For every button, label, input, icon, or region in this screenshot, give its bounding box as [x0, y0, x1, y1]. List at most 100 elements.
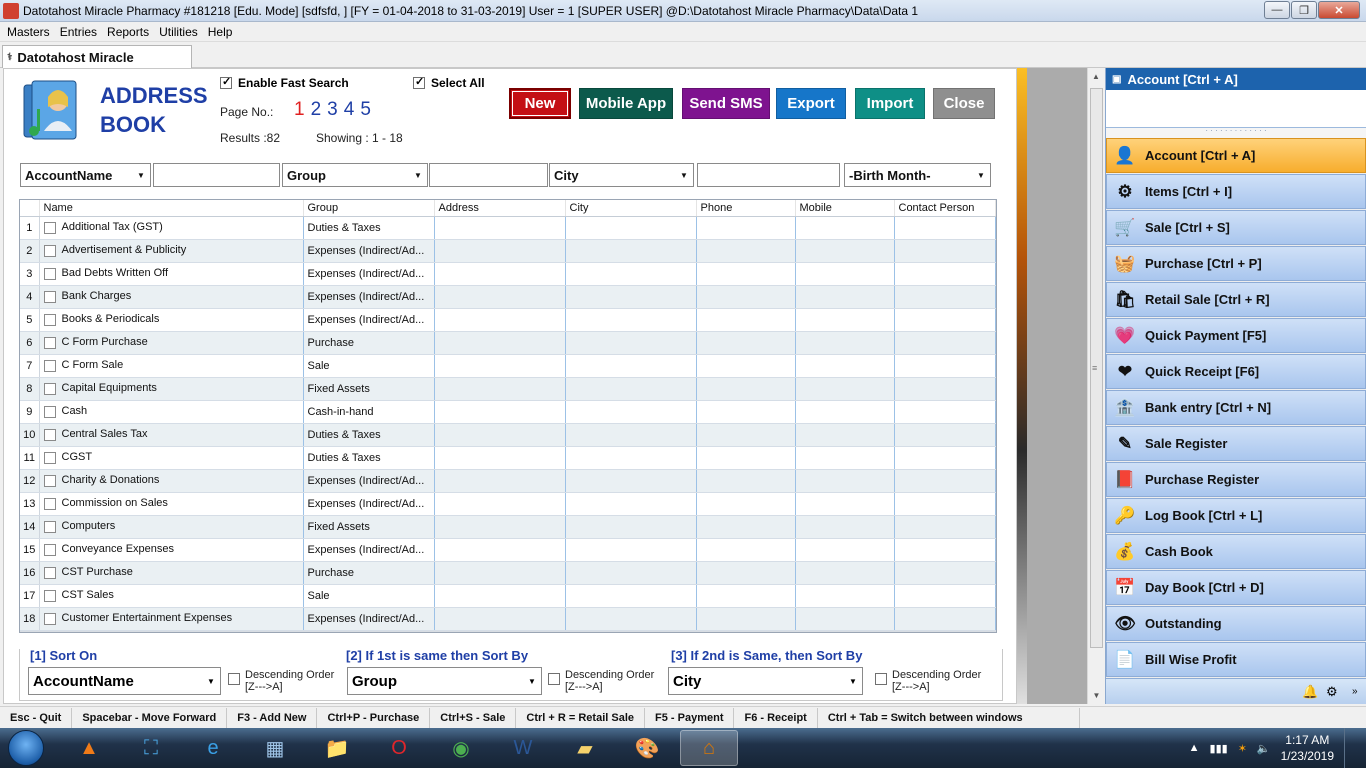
cell-city[interactable]	[565, 492, 697, 516]
cell-contact-person[interactable]	[894, 469, 996, 493]
cell-city[interactable]	[565, 331, 697, 355]
cell-name[interactable]: Bad Debts Written Off	[39, 262, 304, 286]
cell-contact-person[interactable]	[894, 216, 996, 240]
cell-contact-person[interactable]	[894, 331, 996, 355]
sort-1-descending-check[interactable]	[228, 673, 240, 685]
cell-name[interactable]: Commission on Sales	[39, 492, 304, 516]
table-row[interactable]: 10 Central Sales Tax Duties & Taxes	[20, 423, 996, 447]
cell-city[interactable]	[565, 308, 697, 332]
table-row[interactable]: 8 Capital Equipments Fixed Assets	[20, 377, 996, 401]
birth-month-select[interactable]: -Birth Month- ▼	[844, 163, 991, 187]
cell-mobile[interactable]	[795, 492, 895, 516]
filter-value-1-input[interactable]	[153, 163, 280, 187]
shortcut-item[interactable]: ⚙ Items [Ctrl + I]	[1106, 174, 1366, 209]
cell-mobile[interactable]	[795, 331, 895, 355]
sort-1-descending-checkbox[interactable]: Descending Order [Z--->A]	[228, 669, 334, 693]
cell-name[interactable]: Charity & Donations	[39, 469, 304, 493]
shortcut-item[interactable]: 📕 Purchase Register	[1106, 462, 1366, 497]
cell-mobile[interactable]	[795, 515, 895, 539]
cell-address[interactable]	[434, 538, 566, 562]
table-row[interactable]: 5 Books & Periodicals Expenses (Indirect/A…	[20, 308, 996, 332]
cell-group[interactable]: Expenses (Indirect/Ad...	[303, 308, 435, 332]
sort-2-select[interactable]: Group ▼	[347, 667, 542, 695]
shortcut-item[interactable]: 🏦 Bank entry [Ctrl + N]	[1106, 390, 1366, 425]
cell-name[interactable]: CGST	[39, 446, 304, 470]
menu-help[interactable]: Help	[203, 25, 238, 39]
volume-icon[interactable]: 🔈	[1257, 742, 1271, 755]
table-row[interactable]: 9 Cash Cash-in-hand	[20, 400, 996, 424]
table-row[interactable]: 2 Advertisement & Publicity Expenses (Indi…	[20, 239, 996, 263]
minimize-button[interactable]: —	[1264, 1, 1290, 19]
cell-group[interactable]: Sale	[303, 584, 435, 608]
cell-address[interactable]	[434, 584, 566, 608]
overflow-chevron-icon[interactable]: »	[1352, 686, 1358, 697]
sort-3-descending-check[interactable]	[875, 673, 887, 685]
row-checkbox[interactable]	[43, 244, 56, 257]
cell-name[interactable]: Advertisement & Publicity	[39, 239, 304, 263]
cell-city[interactable]	[565, 538, 697, 562]
taskbar-screen-capture-icon[interactable]: ⛶	[122, 730, 180, 766]
panel-splitter[interactable]: · · · · · · · · · · · · ·	[1106, 127, 1366, 138]
taskbar-opera-icon[interactable]: O	[370, 730, 428, 766]
shortcut-item[interactable]: 🧺 Purchase [Ctrl + P]	[1106, 246, 1366, 281]
close-window-button[interactable]: ✕	[1318, 1, 1360, 19]
sort-2-descending-checkbox[interactable]: Descending Order [Z--->A]	[548, 669, 654, 693]
cell-name[interactable]: CST Sales	[39, 584, 304, 608]
row-checkbox[interactable]	[43, 313, 56, 326]
table-row[interactable]: 4 Bank Charges Expenses (Indirect/Ad...	[20, 285, 996, 309]
cell-mobile[interactable]	[795, 584, 895, 608]
row-checkbox[interactable]	[43, 382, 56, 395]
row-checkbox[interactable]	[43, 520, 56, 533]
cell-address[interactable]	[434, 354, 566, 378]
table-row[interactable]: 15 Conveyance Expenses Expenses (Indirect/…	[20, 538, 996, 562]
cell-address[interactable]	[434, 285, 566, 309]
filter-field-1-select[interactable]: AccountName ▼	[20, 163, 151, 187]
sort-1-select[interactable]: AccountName ▼	[28, 667, 221, 695]
cell-mobile[interactable]	[795, 354, 895, 378]
shortcut-item[interactable]: 👁 Outstanding	[1106, 606, 1366, 641]
row-checkbox[interactable]	[43, 290, 56, 303]
send-sms-button[interactable]: Send SMS	[682, 88, 770, 119]
table-row[interactable]: 13 Commission on Sales Expenses (Indirect/…	[20, 492, 996, 516]
sort-2-descending-check[interactable]	[548, 673, 560, 685]
cell-group[interactable]: Cash-in-hand	[303, 400, 435, 424]
cell-phone[interactable]	[696, 216, 796, 240]
table-row[interactable]: 3 Bad Debts Written Off Expenses (Indirect…	[20, 262, 996, 286]
cell-address[interactable]	[434, 377, 566, 401]
close-button[interactable]: Close	[933, 88, 995, 119]
menu-entries[interactable]: Entries	[55, 25, 102, 39]
cell-mobile[interactable]	[795, 446, 895, 470]
page-link-3[interactable]: 3	[327, 99, 338, 121]
cell-name[interactable]: Conveyance Expenses	[39, 538, 304, 562]
cell-city[interactable]	[565, 262, 697, 286]
cell-contact-person[interactable]	[894, 308, 996, 332]
row-checkbox[interactable]	[43, 612, 56, 625]
cell-name[interactable]: Additional Tax (GST)	[39, 216, 304, 240]
row-checkbox[interactable]	[43, 589, 56, 602]
cell-group[interactable]: Fixed Assets	[303, 515, 435, 539]
cell-contact-person[interactable]	[894, 423, 996, 447]
table-row[interactable]: 11 CGST Duties & Taxes	[20, 446, 996, 470]
cell-name[interactable]: Computers	[39, 515, 304, 539]
sort-3-descending-checkbox[interactable]: Descending Order [Z--->A]	[875, 669, 981, 693]
cell-contact-person[interactable]	[894, 239, 996, 263]
network-icon[interactable]: ▮▮▮	[1210, 742, 1228, 755]
taskbar-pharmacy-app-icon[interactable]: ⌂	[680, 730, 738, 766]
table-row[interactable]: 6 C Form Purchase Purchase	[20, 331, 996, 355]
cell-group[interactable]: Purchase	[303, 331, 435, 355]
menu-masters[interactable]: Masters	[2, 25, 55, 39]
cell-mobile[interactable]	[795, 469, 895, 493]
shortcut-item[interactable]: 💗 Quick Payment [F5]	[1106, 318, 1366, 353]
mobile-app-button[interactable]: Mobile App	[579, 88, 673, 119]
export-button[interactable]: Export	[776, 88, 846, 119]
tray-app-icon[interactable]: ✶	[1238, 742, 1247, 755]
cell-phone[interactable]	[696, 446, 796, 470]
cell-phone[interactable]	[696, 469, 796, 493]
cell-group[interactable]: Expenses (Indirect/Ad...	[303, 239, 435, 263]
cell-group[interactable]: Expenses (Indirect/Ad...	[303, 285, 435, 309]
cell-group[interactable]: Duties & Taxes	[303, 446, 435, 470]
cell-name[interactable]: C Form Purchase	[39, 331, 304, 355]
cell-mobile[interactable]	[795, 400, 895, 424]
cell-mobile[interactable]	[795, 538, 895, 562]
cell-group[interactable]: Expenses (Indirect/Ad...	[303, 538, 435, 562]
